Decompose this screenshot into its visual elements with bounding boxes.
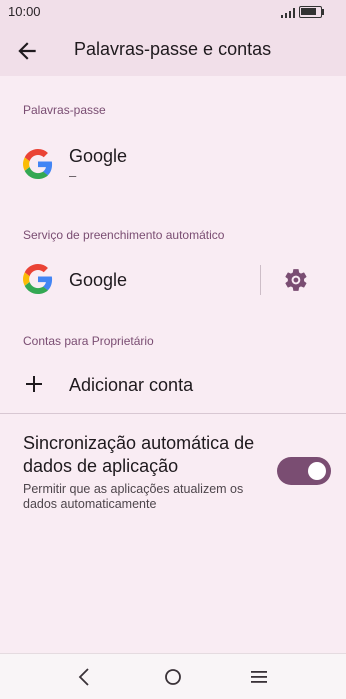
google-icon <box>23 149 53 179</box>
section-header-passwords: Palavras-passe <box>23 103 106 117</box>
plus-icon <box>26 376 42 392</box>
app-bar: Palavras-passe e contas <box>0 24 346 76</box>
section-header-autofill: Serviço de preenchimento automático <box>23 228 225 242</box>
password-provider-title: Google <box>69 146 128 166</box>
sync-toggle[interactable] <box>277 457 331 485</box>
add-account-label: Adicionar conta <box>69 375 194 395</box>
section-divider <box>0 413 346 414</box>
divider <box>260 265 261 295</box>
google-icon <box>23 264 53 294</box>
sync-title: Sincronização automática de dados de apl… <box>23 433 255 476</box>
page-title: Palavras-passe e contas <box>74 39 272 59</box>
toggle-knob <box>308 462 326 480</box>
signal-icon <box>281 8 295 18</box>
battery-tip <box>322 9 324 15</box>
nav-back-icon[interactable] <box>74 666 96 688</box>
password-provider-subtitle: – <box>69 168 77 183</box>
sync-subtitle: Permitir que as aplicações atualizem os … <box>23 482 244 511</box>
gear-icon[interactable] <box>283 267 309 293</box>
add-account-button[interactable]: Adicionar conta <box>0 365 346 409</box>
password-provider-google[interactable]: Google – <box>0 135 346 193</box>
status-time: 10:00 <box>8 4 41 19</box>
navigation-bar <box>0 653 346 699</box>
autofill-service-title: Google <box>69 270 128 290</box>
nav-home-icon[interactable] <box>162 666 184 688</box>
status-bar: 10:00 <box>0 0 346 24</box>
section-header-accounts: Contas para Proprietário <box>23 334 154 348</box>
nav-menu-icon[interactable] <box>248 666 270 688</box>
battery-icon <box>299 6 322 18</box>
back-arrow-icon[interactable] <box>14 38 40 64</box>
